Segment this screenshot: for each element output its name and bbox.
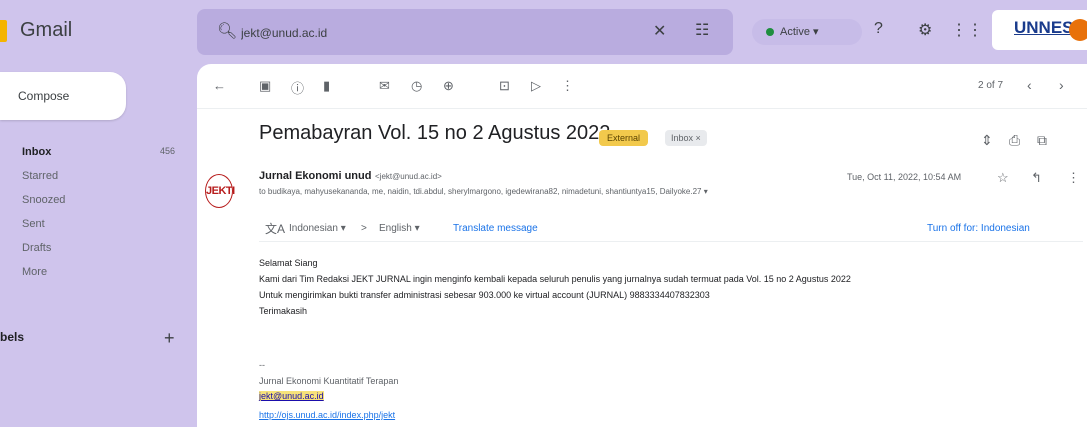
status-label: Active ▾ — [780, 26, 819, 38]
signature-email-link[interactable]: jekt@unud.ac.id — [259, 391, 324, 401]
search-icon[interactable]: 🔍︎ — [217, 21, 237, 41]
translate-icon: 文A — [265, 222, 286, 236]
older-chevron-icon[interactable]: › — [1059, 77, 1064, 93]
sidebar-item-label: Drafts — [22, 242, 52, 254]
body-line: Terimakasih — [259, 306, 308, 316]
move-to-icon[interactable]: ⊡ — [499, 78, 510, 94]
external-badge: External — [599, 130, 649, 146]
sidebar-item-more[interactable]: More — [0, 262, 197, 284]
turn-off-translation-link[interactable]: Turn off for: Indonesian — [927, 223, 1030, 234]
sender-email: <jekt@unud.ac.id> — [375, 172, 442, 181]
sender-name[interactable]: Jurnal Ekonomi unud — [259, 170, 371, 182]
active-status-dot-icon — [766, 28, 774, 36]
message-view: ← ▣ ⓘ ▮ ✉ ◷ ⊕ ⊡ ▷ ⋮ 2 of 7 ‹ › Pemabayra… — [197, 64, 1087, 427]
more-options-icon[interactable]: ⋮ — [561, 78, 574, 94]
search-options-icon[interactable]: ☷ — [695, 20, 709, 40]
status-selector[interactable]: Active ▾ — [752, 19, 862, 45]
gmail-logo-icon — [0, 20, 7, 42]
inbox-label-chip[interactable]: Inbox × — [665, 130, 707, 146]
inbox-unread-count: 456 — [160, 146, 176, 156]
sidebar: Compose Inbox 456 Starred Snoozed Sent D… — [0, 64, 197, 427]
sidebar-item-sent[interactable]: Sent — [0, 214, 197, 236]
compose-label: Compose — [18, 89, 70, 103]
pagination-count: 2 of 7 — [978, 80, 1004, 91]
signature-url-link[interactable]: http://ojs.unud.ac.id/index.php/jekt — [259, 410, 395, 420]
search-bar: 🔍︎ ✕ ☷ — [197, 9, 733, 55]
body-line: Kami dari Tim Redaksi JEKT JURNAL ingin … — [259, 274, 851, 284]
delete-icon[interactable]: ▮ — [323, 78, 330, 94]
sender-avatar: JEKTI — [205, 174, 235, 208]
sidebar-item-inbox[interactable]: Inbox 456 — [0, 142, 197, 164]
sidebar-item-drafts[interactable]: Drafts — [0, 238, 197, 260]
report-spam-icon[interactable]: ⓘ — [291, 78, 304, 97]
sidebar-item-label: Sent — [22, 218, 45, 230]
help-icon[interactable]: ? — [874, 20, 883, 38]
newer-chevron-icon[interactable]: ‹ — [1027, 77, 1032, 93]
translate-arrow: > — [361, 223, 367, 234]
add-label-icon[interactable]: + — [164, 328, 175, 349]
star-icon[interactable]: ☆ — [997, 170, 1009, 186]
body-line: Selamat Siang — [259, 258, 318, 268]
translate-message-link[interactable]: Translate message — [453, 223, 538, 234]
signature-dash: -- — [259, 360, 265, 370]
email-date: Tue, Oct 11, 2022, 10:54 AM — [847, 172, 962, 182]
signature-name: Jurnal Ekonomi Kuantitatif Terapan — [259, 376, 399, 386]
target-language-select[interactable]: English ▾ — [379, 223, 420, 234]
reply-icon[interactable]: ↰ — [1031, 170, 1042, 186]
print-icon[interactable]: ⎙ — [1009, 132, 1020, 149]
account-org-logo[interactable]: UNNES — [992, 10, 1087, 50]
sidebar-item-label: Snoozed — [22, 194, 66, 206]
sidebar-item-snoozed[interactable]: Snoozed — [0, 190, 197, 212]
source-language-select[interactable]: Indonesian ▾ — [289, 223, 346, 234]
labels-section: bels + — [0, 328, 197, 350]
more-actions-icon[interactable]: ⋮ — [1067, 170, 1080, 186]
clear-search-icon[interactable]: ✕ — [653, 21, 666, 41]
translate-bar: 文A Indonesian ▾ > English ▾ Translate me… — [259, 215, 1083, 242]
label-icon[interactable]: ▷ — [531, 78, 541, 94]
compose-button[interactable]: Compose — [0, 72, 126, 120]
mark-unread-icon[interactable]: ✉ — [379, 78, 390, 94]
settings-gear-icon[interactable]: ⚙ — [918, 20, 932, 40]
sidebar-item-label: More — [22, 266, 48, 278]
message-toolbar: ← ▣ ⓘ ▮ ✉ ◷ ⊕ ⊡ ▷ ⋮ 2 of 7 ‹ › — [197, 64, 1087, 109]
sidebar-item-label: Starred — [22, 170, 59, 182]
top-bar: Gmail 🔍︎ ✕ ☷ Active ▾ ? ⚙ ⋮⋮ UNNES — [0, 0, 1087, 64]
add-to-tasks-icon[interactable]: ⊕ — [443, 78, 454, 94]
sidebar-item-starred[interactable]: Starred — [0, 166, 197, 188]
open-new-window-icon[interactable]: ⧉ — [1037, 132, 1047, 149]
expand-all-icon[interactable]: ⇕ — [981, 132, 993, 149]
org-logo-text: UNNES — [1014, 18, 1074, 37]
back-arrow-icon[interactable]: ← — [213, 78, 226, 93]
sidebar-item-label: Inbox — [22, 146, 52, 158]
app-logo-text[interactable]: Gmail — [20, 19, 72, 42]
labels-heading: bels — [0, 330, 25, 344]
search-input[interactable] — [239, 21, 643, 45]
archive-icon[interactable]: ▣ — [259, 78, 271, 94]
snooze-icon[interactable]: ◷ — [411, 78, 422, 94]
apps-grid-icon[interactable]: ⋮⋮ — [951, 20, 983, 40]
avatar[interactable] — [1069, 19, 1087, 41]
email-subject: Pemabayran Vol. 15 no 2 Agustus 2022 — [259, 122, 611, 144]
body-line: Untuk mengirimkan bukti transfer adminis… — [259, 290, 710, 300]
recipients-list[interactable]: to budikaya, mahyusekananda, me, naidin,… — [259, 187, 708, 196]
